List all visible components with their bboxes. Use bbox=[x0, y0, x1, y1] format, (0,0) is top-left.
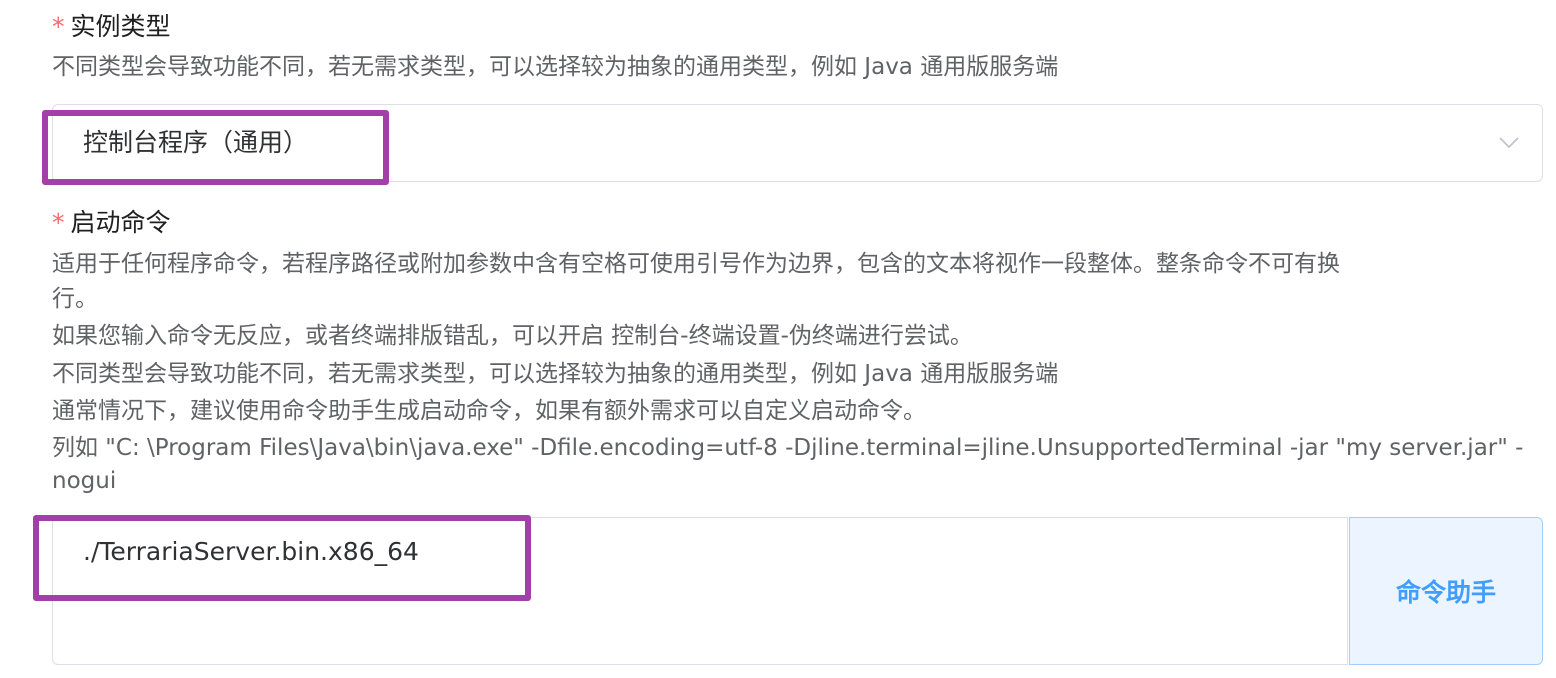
start-command-textarea[interactable]: ./TerrariaServer.bin.x86_64 bbox=[52, 517, 1348, 665]
instance-type-label-text: 实例类型 bbox=[70, 12, 171, 41]
instance-type-select[interactable]: 控制台程序（通用） bbox=[52, 104, 1543, 182]
start-command-value: ./TerrariaServer.bin.x86_64 bbox=[83, 537, 419, 566]
start-command-description-line: 不同类型会导致功能不同，若无需求类型，可以选择较为抽象的通用类型，例如 Java… bbox=[52, 361, 1059, 387]
required-asterisk: * bbox=[52, 12, 65, 41]
instance-type-selected-value: 控制台程序（通用） bbox=[83, 128, 309, 157]
command-helper-button[interactable]: 命令助手 bbox=[1349, 517, 1543, 665]
required-asterisk: * bbox=[52, 208, 65, 237]
start-command-example-line: nogui bbox=[52, 468, 117, 494]
chevron-down-icon[interactable] bbox=[1498, 131, 1520, 153]
instance-type-description: 不同类型会导致功能不同，若无需求类型，可以选择较为抽象的通用类型，例如 Java… bbox=[52, 54, 1059, 80]
start-command-example-line: 列如 "C: \Program Files\Java\bin\java.exe"… bbox=[52, 435, 1524, 461]
start-command-label: * 启动命令 bbox=[52, 208, 171, 238]
start-command-description-line: 通常情况下，建议使用命令助手生成启动命令，如果有额外需求可以自定义启动命令。 bbox=[52, 398, 926, 424]
start-command-label-text: 启动命令 bbox=[70, 208, 171, 237]
start-command-description-line: 适用于任何程序命令，若程序路径或附加参数中含有空格可使用引号作为边界，包含的文本… bbox=[52, 251, 1340, 277]
start-command-description-line: 行。 bbox=[52, 286, 98, 312]
instance-type-label: * 实例类型 bbox=[52, 12, 171, 42]
start-command-description-line: 如果您输入命令无反应，或者终端排版错乱，可以开启 控制台-终端设置-伪终端进行尝… bbox=[52, 323, 973, 349]
